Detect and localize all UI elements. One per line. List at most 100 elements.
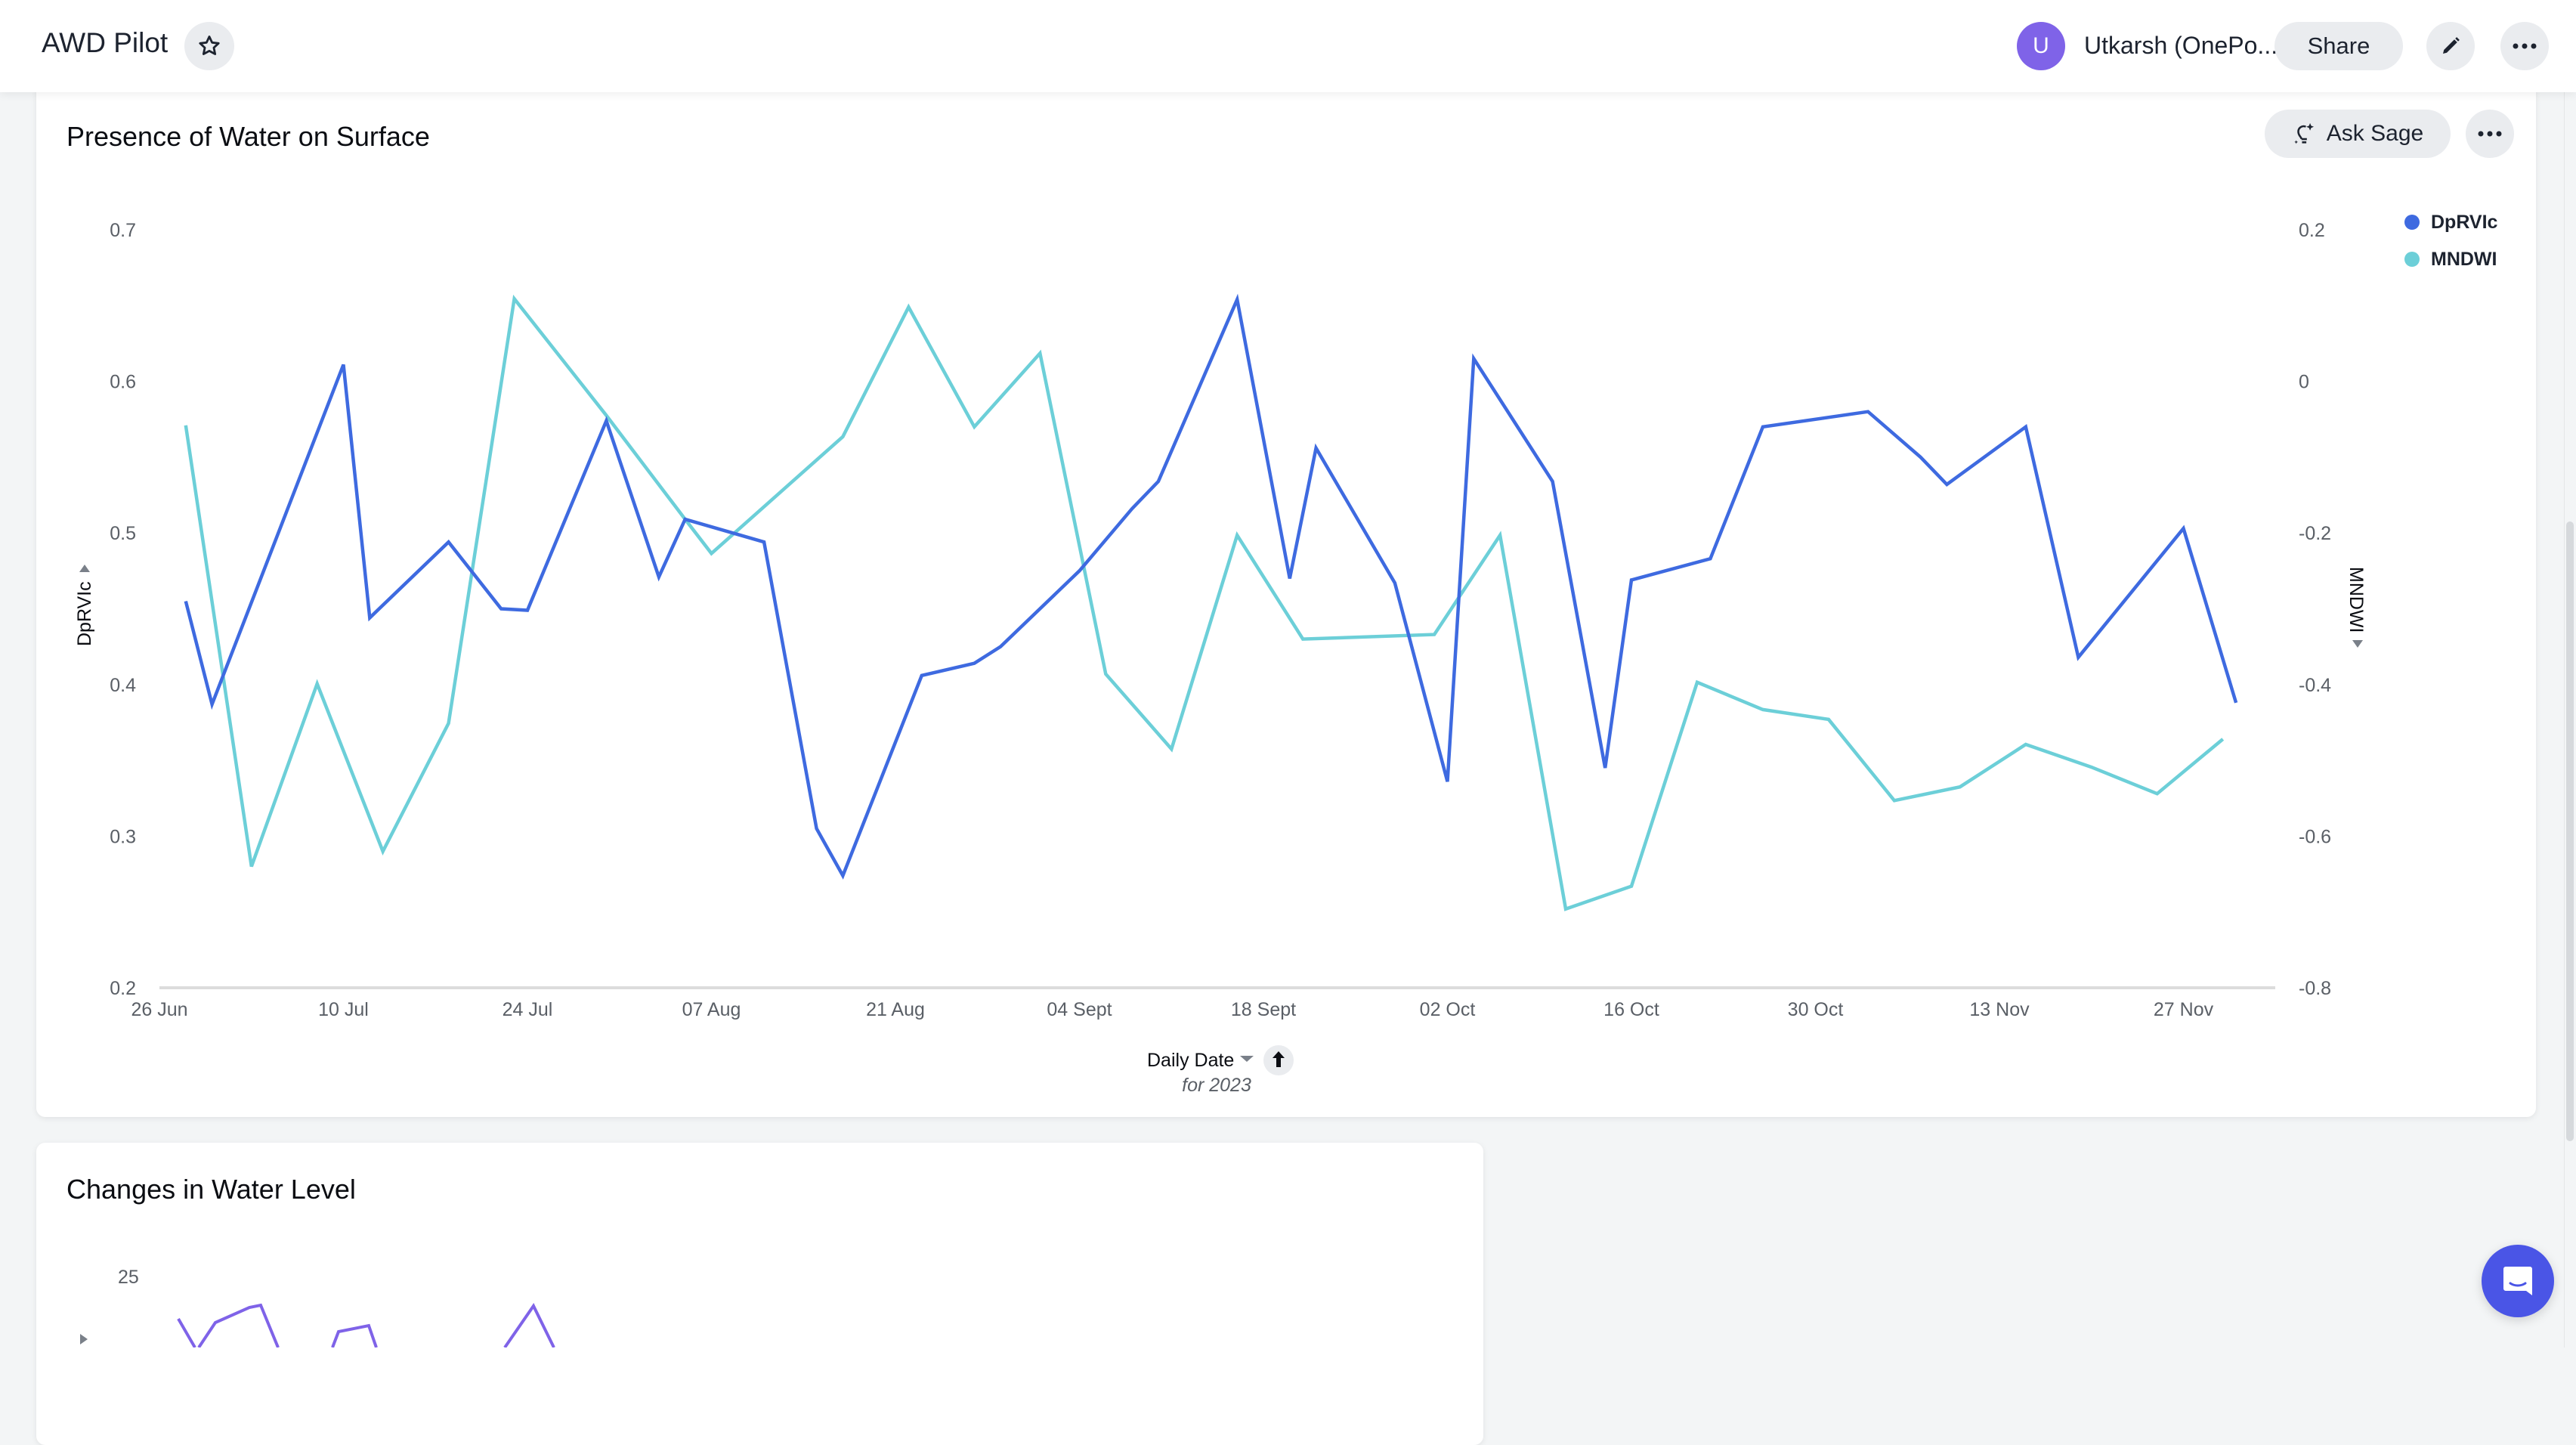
data-point-mndwi[interactable] [2151, 787, 2164, 800]
share-button[interactable]: Share [2274, 22, 2403, 70]
legend-label-mndwi[interactable]: MNDWI [2431, 249, 2497, 270]
data-point-dprvic[interactable] [363, 611, 376, 625]
data-point-mndwi[interactable] [1756, 703, 1770, 716]
data-point-mndwi[interactable] [1099, 667, 1112, 681]
data-point-dprvic[interactable] [652, 570, 666, 583]
data-point-mndwi[interactable] [311, 677, 324, 691]
data-point-dprvic[interactable] [1861, 405, 1875, 419]
data-point-dprvic[interactable] [679, 512, 692, 526]
favorite-button[interactable] [184, 22, 234, 70]
data-point-mndwi[interactable] [245, 860, 258, 874]
y-tick-label: 0.7 [110, 220, 136, 241]
data-point-dprvic[interactable] [1073, 564, 1087, 577]
x-tick-label: 13 Nov [1969, 999, 2030, 1020]
data-point-dprvic[interactable] [337, 358, 351, 372]
data-point-mndwi[interactable] [1625, 880, 1638, 893]
data-point-mndwi[interactable] [442, 716, 456, 730]
data-point-dprvic[interactable] [2177, 521, 2191, 535]
data-point-mndwi[interactable] [179, 419, 193, 432]
data-point-dprvic[interactable] [1625, 573, 1638, 586]
y2-tick-label: 0.2 [2299, 220, 2325, 241]
data-point-dprvic[interactable] [994, 640, 1007, 654]
data-point-mndwi[interactable] [1230, 528, 1244, 542]
data-point-mndwi[interactable] [1427, 628, 1441, 642]
x-tick-label: 02 Oct [1420, 999, 1476, 1020]
data-point-dprvic[interactable] [2229, 696, 2243, 710]
avatar[interactable]: U [2017, 22, 2065, 70]
data-point-dprvic[interactable] [915, 669, 929, 682]
data-point-dprvic[interactable] [1388, 576, 1402, 589]
data-point-mndwi[interactable] [705, 546, 719, 560]
x-tick-label: 10 Jul [318, 999, 369, 1020]
data-point-mndwi[interactable] [2019, 738, 2033, 751]
data-point-dprvic[interactable] [1546, 475, 1560, 488]
data-point-dprvic[interactable] [521, 604, 534, 617]
data-point-mndwi[interactable] [1033, 347, 1047, 360]
data-point-dprvic[interactable] [442, 535, 456, 549]
x-tick-label: 16 Oct [1603, 999, 1659, 1020]
data-point-dprvic[interactable] [1230, 292, 1244, 306]
data-point-dprvic[interactable] [2019, 420, 2033, 434]
data-point-mndwi[interactable] [1164, 742, 1178, 756]
y-axis-title[interactable]: DpRVIc [74, 581, 95, 646]
data-point-dprvic[interactable] [206, 698, 219, 711]
y2-tick-label: -0.2 [2299, 523, 2331, 544]
data-point-mndwi[interactable] [836, 430, 849, 444]
x-axis-subtitle: for 2023 [1182, 1075, 1251, 1096]
data-point-dprvic[interactable] [494, 602, 508, 616]
legend-label-dprvic[interactable]: DpRVIc [2431, 212, 2498, 233]
x-axis-title[interactable]: Daily Date [1147, 1050, 1234, 1071]
data-point-dprvic[interactable] [1756, 420, 1770, 434]
chart-title-water-level: Changes in Water Level [66, 1174, 356, 1205]
data-point-mndwi[interactable] [1822, 713, 1835, 726]
y2-axis-title[interactable]: MNDWI [2346, 567, 2367, 633]
data-point-dprvic[interactable] [1467, 352, 1480, 366]
data-point-mndwi[interactable] [1493, 528, 1507, 542]
data-point-mndwi[interactable] [2085, 760, 2098, 774]
y2-axis-title-caret-icon[interactable] [2352, 640, 2363, 648]
user-name[interactable]: Utkarsh (OnePo... [2084, 32, 2278, 60]
data-point-dprvic[interactable] [757, 535, 771, 549]
data-point-dprvic[interactable] [1310, 441, 1323, 455]
data-point-dprvic[interactable] [1940, 478, 1953, 491]
scrollbar-thumb[interactable] [2566, 521, 2574, 1141]
data-point-mndwi[interactable] [901, 300, 915, 314]
data-point-dprvic[interactable] [179, 595, 193, 608]
y-axis-title-caret-icon[interactable] [79, 565, 90, 572]
chat-support-button[interactable] [2482, 1245, 2554, 1317]
series-line-mndwi[interactable] [184, 294, 2225, 911]
x-axis-title-caret-icon[interactable] [1240, 1056, 1254, 1062]
series-line-dprvic[interactable] [184, 293, 2238, 880]
x-tick-label: 21 Aug [866, 999, 925, 1020]
data-point-dprvic[interactable] [1125, 502, 1139, 515]
data-point-mndwi[interactable] [2216, 732, 2230, 746]
line-chart: 0.20.30.40.50.60.7 -0.8-0.6-0.4-0.200.2 … [74, 212, 2498, 1096]
data-point-mndwi[interactable] [508, 292, 521, 305]
data-point-mndwi[interactable] [1888, 794, 1901, 807]
data-point-mndwi[interactable] [376, 845, 390, 859]
data-point-mndwi[interactable] [1953, 780, 1967, 794]
data-point-mndwi[interactable] [1296, 633, 1310, 646]
legend-marker-mndwi [2404, 252, 2420, 267]
edit-button[interactable] [2426, 22, 2475, 70]
data-point-dprvic[interactable] [1441, 775, 1455, 788]
data-point-dprvic[interactable] [2071, 651, 2085, 664]
data-point-mndwi[interactable] [1690, 676, 1704, 689]
x-tick-label: 18 Sept [1231, 999, 1296, 1020]
more-options-button[interactable] [2500, 22, 2549, 70]
data-point-dprvic[interactable] [836, 869, 849, 883]
data-point-dprvic[interactable] [1598, 761, 1612, 775]
data-point-dprvic[interactable] [967, 657, 981, 670]
data-point-dprvic[interactable] [810, 822, 824, 835]
water-level-series [177, 1303, 555, 1348]
y-tick-label: 0.3 [110, 826, 136, 847]
y2-tick-label: -0.6 [2299, 826, 2331, 847]
data-point-dprvic[interactable] [599, 414, 613, 428]
data-point-mndwi[interactable] [1559, 902, 1573, 916]
data-point-mndwi[interactable] [967, 420, 981, 434]
data-point-dprvic[interactable] [1152, 475, 1165, 488]
data-point-dprvic[interactable] [1283, 571, 1297, 585]
data-point-dprvic[interactable] [1914, 450, 1928, 464]
data-point-dprvic[interactable] [1703, 552, 1717, 565]
y-tick-label: 0.5 [110, 523, 136, 544]
